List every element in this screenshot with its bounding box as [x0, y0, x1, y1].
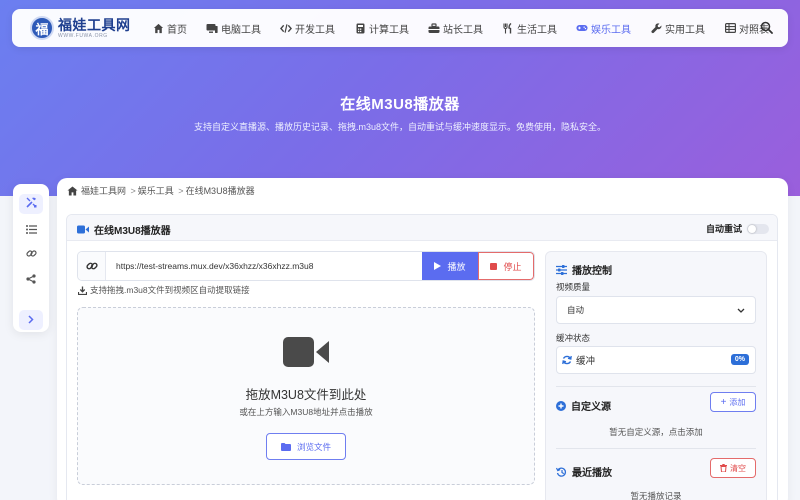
buffer-status-box: 缓冲 0%	[556, 346, 756, 374]
share-button[interactable]	[19, 270, 43, 290]
m3u8-url-input[interactable]	[106, 252, 422, 280]
plus-circle-icon	[556, 400, 566, 411]
link-icon	[25, 246, 37, 264]
tool-title: 在线M3U8播放器	[94, 226, 171, 237]
auto-retry-toggle[interactable]	[747, 223, 769, 234]
video-dropzone[interactable]: 拖放M3U8文件到此处 或在上方输入M3U8地址并点击播放 浏览文件	[77, 307, 535, 485]
code-icon	[280, 22, 292, 34]
play-icon	[434, 262, 442, 270]
home-icon	[152, 22, 164, 34]
expand-toolbar-button[interactable]	[19, 310, 43, 330]
folder-icon	[280, 442, 291, 451]
tool-header: 在线M3U8播放器 自动重试	[67, 215, 777, 241]
desktop-icon	[206, 22, 218, 34]
link-button[interactable]	[19, 245, 43, 265]
calculator-icon	[354, 22, 366, 34]
chevron-down-icon	[737, 306, 745, 316]
list-button[interactable]	[19, 220, 43, 240]
nav-item-pc-tools[interactable]: 电脑工具	[206, 17, 261, 40]
search-icon	[760, 21, 773, 38]
auto-retry-label: 自动重试	[705, 224, 742, 234]
custom-source-heading: 自定义源	[571, 402, 611, 413]
utensils-icon	[502, 22, 514, 34]
breadcrumb-home-link[interactable]: 福娃工具网	[81, 184, 126, 197]
playback-control-heading: 播放控制	[572, 266, 612, 277]
play-button[interactable]: 播放	[422, 252, 478, 280]
drag-hint-text: 支持拖拽.m3u8文件到视频区自动提取链接	[90, 285, 250, 295]
search-button[interactable]	[760, 21, 774, 35]
custom-source-empty: 暂无自定义源，点击添加	[609, 427, 703, 437]
gamepad-icon	[576, 22, 588, 34]
quality-select[interactable]: 自动	[556, 296, 756, 324]
dropzone-subtitle: 或在上方输入M3U8地址并点击播放	[239, 407, 373, 417]
nav-menu: 首页 电脑工具 开发工具 计算工具 站长工具 生活工具 娱乐工具 实用工具 对照…	[152, 17, 788, 40]
link-icon	[78, 252, 106, 280]
stop-button[interactable]: 停止	[478, 252, 534, 280]
main-content-card: 福娃工具网 > 娱乐工具 > 在线M3U8播放器 在线M3U8播放器 自动重试 …	[57, 178, 788, 500]
buffer-label: 缓冲状态	[556, 333, 591, 343]
video-camera-icon	[77, 225, 89, 234]
page-subtitle: 支持自定义直播源、播放历史记录、拖拽.m3u8文件，自动重试与缓冲速度显示。免费…	[193, 122, 607, 132]
download-icon	[78, 286, 87, 295]
m3u8-player-panel: 在线M3U8播放器 自动重试 播放 停止 支持拖拽.m3u8文件到视频区自动提取…	[66, 214, 778, 500]
quality-label: 视频质量	[556, 282, 591, 292]
recent-play-empty: 暂无播放记录	[630, 491, 682, 500]
dropzone-title: 拖放M3U8文件到此处	[245, 388, 367, 402]
divider	[556, 448, 756, 449]
tools-button[interactable]	[19, 194, 43, 214]
tools-icon	[25, 195, 37, 213]
history-icon	[556, 467, 567, 477]
share-icon	[26, 271, 36, 289]
wrench-icon	[650, 22, 662, 34]
video-camera-icon	[283, 336, 329, 368]
buffer-status-text: 缓冲	[576, 356, 596, 367]
recent-play-heading: 最近播放	[572, 468, 612, 479]
trash-icon	[720, 464, 727, 472]
side-toolbar	[13, 184, 49, 332]
breadcrumb-current: 在线M3U8播放器	[185, 186, 255, 196]
nav-item-home[interactable]: 首页	[152, 17, 187, 40]
add-source-button[interactable]: + 添加	[710, 392, 756, 412]
chevron-right-icon	[28, 311, 34, 329]
logo-subtitle: WWW.FUWA.ORG	[58, 32, 108, 39]
list-icon	[25, 221, 37, 239]
plus-icon: +	[720, 396, 727, 408]
nav-item-life-tools[interactable]: 生活工具	[502, 17, 557, 40]
divider	[556, 386, 756, 387]
nav-item-utility-tools[interactable]: 实用工具	[650, 17, 705, 40]
toolbox-icon	[428, 22, 440, 34]
breadcrumb: 福娃工具网 > 娱乐工具 > 在线M3U8播放器	[67, 184, 255, 197]
logo-title: 福娃工具网	[58, 16, 131, 33]
nav-item-webmaster-tools[interactable]: 站长工具	[428, 17, 483, 40]
buffer-percent-badge: 0%	[730, 354, 749, 365]
url-bar: 播放 停止	[77, 251, 535, 281]
browse-files-button[interactable]: 浏览文件	[266, 433, 346, 460]
nav-item-fun-tools[interactable]: 娱乐工具	[576, 17, 631, 40]
breadcrumb-category-link[interactable]: 娱乐工具	[138, 184, 174, 197]
logo-badge: 福	[30, 16, 54, 40]
nav-item-calc-tools[interactable]: 计算工具	[354, 17, 409, 40]
page-title: 在线M3U8播放器	[340, 96, 460, 113]
table-icon	[724, 22, 736, 34]
clear-history-button[interactable]: 清空	[710, 458, 756, 478]
stop-icon	[490, 262, 498, 270]
sync-icon	[562, 355, 572, 365]
top-navbar: 福 福娃工具网 WWW.FUWA.ORG 首页 电脑工具 开发工具 计算工具 站…	[12, 9, 788, 47]
sliders-icon	[556, 264, 567, 275]
playback-control-panel: 播放控制 视频质量 自动 缓冲状态 缓冲 0% 自定义源 + 添加 暂无自定义源…	[545, 251, 767, 500]
nav-item-dev-tools[interactable]: 开发工具	[280, 17, 335, 40]
home-icon	[67, 185, 78, 196]
site-logo[interactable]: 福 福娃工具网 WWW.FUWA.ORG	[30, 16, 132, 40]
